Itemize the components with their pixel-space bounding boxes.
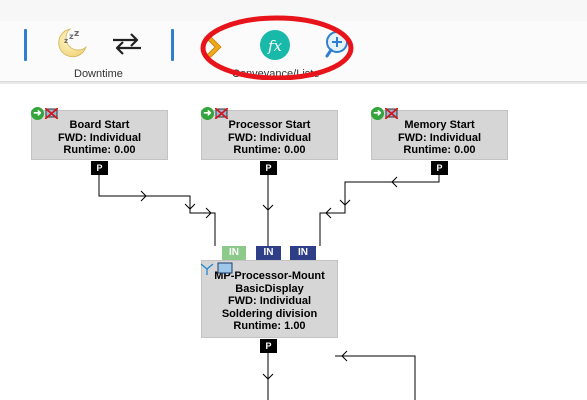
node-division: Soldering division bbox=[221, 307, 318, 320]
output-port[interactable]: P bbox=[431, 161, 448, 175]
node-runtime: Runtime: 1.00 bbox=[233, 320, 306, 332]
input-port[interactable]: IN bbox=[290, 246, 316, 260]
go-arrow-icon: ➜ bbox=[371, 107, 384, 120]
node-status-icons: ➜ bbox=[31, 107, 58, 120]
input-port[interactable]: IN bbox=[256, 246, 281, 260]
go-arrow-icon: ➜ bbox=[201, 107, 214, 120]
output-port[interactable]: P bbox=[91, 161, 108, 175]
disabled-screen-icon bbox=[45, 108, 58, 119]
disabled-screen-icon bbox=[385, 108, 398, 119]
output-port[interactable]: P bbox=[260, 161, 277, 175]
processor-start-node[interactable]: ➜ Processor Start FWD: Individual Runtim… bbox=[201, 107, 338, 160]
go-arrow-icon: ➜ bbox=[31, 107, 44, 120]
node-mode: FWD: Individual bbox=[397, 131, 482, 144]
node-runtime: Runtime: 0.00 bbox=[233, 144, 306, 156]
memory-start-node[interactable]: ➜ Memory Start FWD: Individual Runtime: … bbox=[371, 107, 508, 160]
node-mode: FWD: Individual bbox=[57, 131, 142, 144]
node-mode: FWD: Individual bbox=[227, 295, 312, 307]
node-status-icons: ➜ bbox=[371, 107, 398, 120]
node-runtime: Runtime: 0.00 bbox=[403, 144, 476, 156]
connection-wires bbox=[98, 174, 440, 400]
node-title: Processor Start bbox=[228, 119, 311, 131]
board-start-node[interactable]: ➜ Board Start FWD: Individual Runtime: 0… bbox=[31, 107, 168, 160]
node-status-icons: ➜ bbox=[201, 107, 228, 120]
node-mode: FWD: Individual bbox=[227, 131, 312, 144]
input-port[interactable]: IN bbox=[222, 246, 246, 260]
node-subtitle: BasicDisplay bbox=[235, 282, 304, 295]
disabled-screen-icon bbox=[215, 108, 228, 119]
branch-screen-icon bbox=[201, 262, 233, 275]
node-title: Memory Start bbox=[404, 119, 475, 131]
processor-mount-node[interactable]: MP-Processor-Mount BasicDisplay FWD: Ind… bbox=[201, 260, 338, 338]
node-runtime: Runtime: 0.00 bbox=[63, 144, 136, 156]
node-title: Board Start bbox=[69, 119, 130, 131]
output-port[interactable]: P bbox=[260, 339, 277, 353]
